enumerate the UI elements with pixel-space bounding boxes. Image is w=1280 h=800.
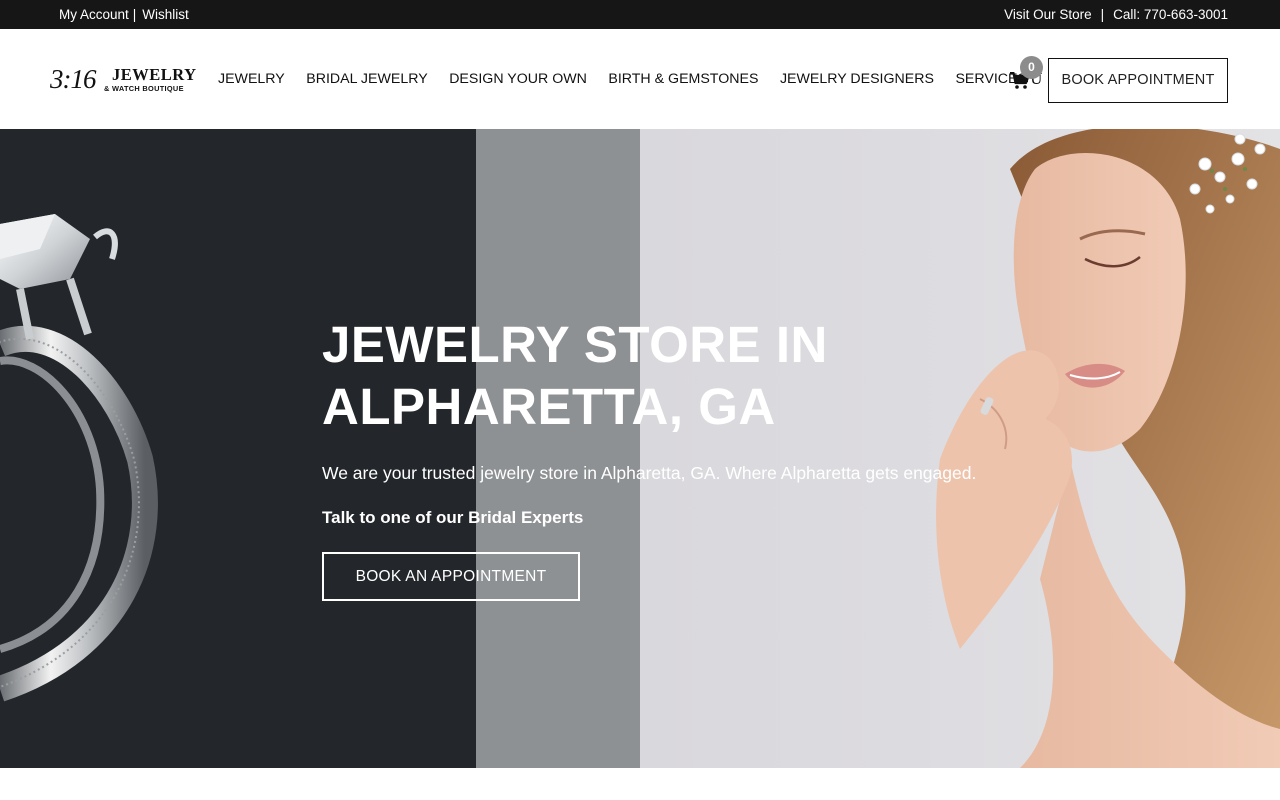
hero-title: JEWELRY STORE IN ALPHARETTA, GA	[322, 314, 1042, 438]
site-header: 3:16 JEWELRY & WATCH BOUTIQUE JEWELRY BR…	[0, 29, 1280, 129]
cart-button[interactable]: 0	[1008, 56, 1048, 99]
nav-item-bridal-jewelry[interactable]: BRIDAL JEWELRY	[306, 71, 427, 87]
phone-link[interactable]: Call: 770-663-3001	[1113, 7, 1228, 22]
my-account-link[interactable]: My Account	[59, 7, 129, 22]
wishlist-link[interactable]: Wishlist	[142, 7, 189, 22]
separator: |	[1100, 7, 1105, 22]
visit-store-link[interactable]: Visit Our Store	[1004, 7, 1092, 22]
nav-item-birth-gemstones[interactable]: BIRTH & GEMSTONES	[608, 71, 758, 87]
book-appointment-button[interactable]: BOOK APPOINTMENT	[1048, 58, 1228, 103]
nav-item-jewelry-designers[interactable]: JEWELRY DESIGNERS	[780, 71, 934, 87]
ring-image	[0, 214, 158, 702]
main-nav: JEWELRY BRIDAL JEWELRY DESIGN YOUR OWN B…	[218, 71, 1064, 87]
top-utility-bar: My Account | Wishlist Visit Our Store | …	[0, 0, 1280, 29]
hero-title-line1: JEWELRY STORE IN	[322, 316, 828, 373]
logo-number: 3:16	[50, 64, 96, 94]
account-links: My Account | Wishlist	[59, 7, 189, 22]
nav-item-design-your-own[interactable]: DESIGN YOUR OWN	[449, 71, 587, 87]
hero-talk-text: Talk to one of our Bridal Experts	[322, 508, 584, 527]
hero-banner: JEWELRY STORE IN ALPHARETTA, GA We are y…	[0, 129, 1280, 768]
nav-item-jewelry[interactable]: JEWELRY	[218, 71, 285, 87]
brand-logo[interactable]: 3:16 JEWELRY & WATCH BOUTIQUE	[50, 65, 196, 95]
logo-subtitle: & WATCH BOUTIQUE	[104, 84, 184, 93]
cart-count-badge: 0	[1020, 56, 1043, 79]
separator: |	[132, 7, 137, 22]
hero-description: We are your trusted jewelry store in Alp…	[322, 463, 977, 483]
store-links: Visit Our Store | Call: 770-663-3001	[1004, 7, 1228, 22]
logo-word: JEWELRY	[112, 65, 197, 84]
book-an-appointment-button[interactable]: BOOK AN APPOINTMENT	[322, 552, 580, 601]
hero-title-line2: ALPHARETTA, GA	[322, 378, 776, 435]
hero-content: JEWELRY STORE IN ALPHARETTA, GA We are y…	[322, 314, 1042, 601]
